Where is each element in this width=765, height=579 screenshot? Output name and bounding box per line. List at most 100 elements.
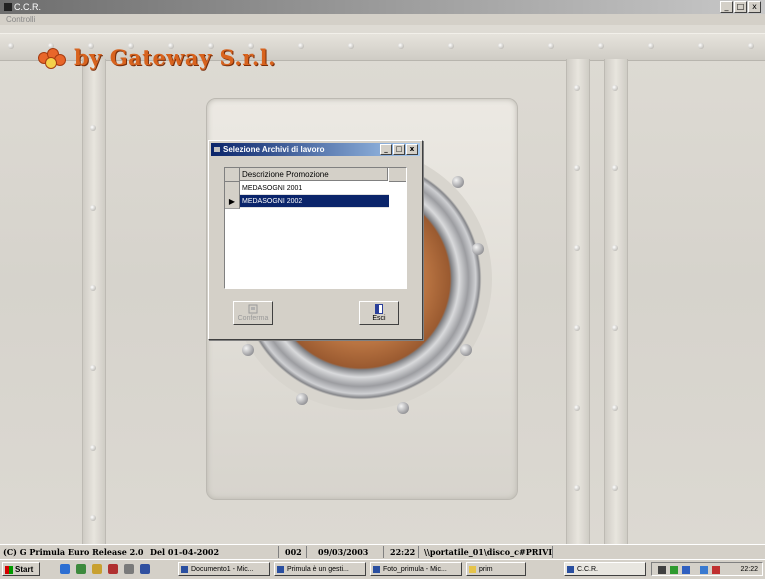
row-cell[interactable]: MEDASOGNI 2002 [240,195,389,208]
confirm-icon [248,304,258,314]
grid-header: Descrizione Promozione [225,168,406,182]
dialog-minimize-button[interactable]: _ [380,144,392,155]
menu-bar: Controlli [0,14,765,25]
taskbar: Start Documento1 - Mic... Primula è un g… [0,559,765,579]
rivet [612,325,618,331]
task-foto-primula[interactable]: Foto_primula - Mic... [370,562,462,576]
rivet [748,43,754,49]
right-rail [566,59,590,544]
status-version: (C) G Primula Euro Release 2.0 [3,547,144,557]
company-logo: by Gateway S.r.l. [38,45,276,70]
rivet [8,43,14,49]
word-icon[interactable] [140,564,150,574]
column-header-descrizione[interactable]: Descrizione Promozione [240,168,388,181]
select-archive-dialog: Selezione Archivi di lavoro _ □ x Descri… [208,140,423,340]
row-selector[interactable] [225,182,240,196]
status-time: 22:22 [390,547,416,557]
rivet [612,405,618,411]
confirm-label: Conferma [237,315,269,322]
column-header-filler [389,168,406,182]
dialog-window-icon [214,147,220,152]
dialog-title-bar[interactable]: Selezione Archivi di lavoro _ □ x [211,143,420,156]
window-controls: _ □ x [720,1,761,13]
app-icon[interactable] [124,564,134,574]
exit-door-icon [375,304,383,314]
dialog-maximize-button[interactable]: □ [393,144,405,155]
rivet [612,85,618,91]
tray-icon[interactable] [700,566,708,574]
grid-corner [225,168,240,182]
start-button[interactable]: Start [2,562,40,576]
rivet [598,43,604,49]
status-release-date: Del 01-04-2002 [150,547,220,557]
task-documento1[interactable]: Documento1 - Mic... [178,562,270,576]
bolt [472,243,484,255]
exit-label: Esci [372,315,386,322]
media-icon[interactable] [108,564,118,574]
bolt [460,344,472,356]
tray-volume-icon[interactable] [712,566,720,574]
menu-item-controlli[interactable]: Controlli [6,15,35,24]
table-row[interactable]: ▶ MEDASOGNI 2002 [225,195,406,209]
minimize-button[interactable]: _ [720,1,733,13]
task-primula-gestionale[interactable]: Primula è un gesti... [274,562,366,576]
rivet [398,43,404,49]
bolt [452,176,464,188]
left-rail [82,59,106,544]
rivet [574,245,580,251]
rivet [548,43,554,49]
rivet [574,165,580,171]
rivet [498,43,504,49]
rivet [348,43,354,49]
main-title-bar[interactable]: C.C.R. _ □ x [0,0,765,14]
tray-icon[interactable] [682,566,690,574]
exit-button[interactable]: Esci [359,301,399,325]
taskbar-clock[interactable]: 22:22 [740,563,758,577]
bolt [242,344,254,356]
system-tray: 22:22 [651,562,763,576]
row-pointer-icon[interactable]: ▶ [225,195,240,209]
rivet [574,405,580,411]
rivet [90,285,96,291]
desktop-icon[interactable] [76,564,86,574]
status-bar: (C) G Primula Euro Release 2.0 Del 01-04… [0,544,765,559]
rivet [612,485,618,491]
rivet [574,485,580,491]
status-path: \\portatile_01\disco_c#PRIVI [424,547,553,557]
rivet [90,125,96,131]
task-prim[interactable]: prim [466,562,526,576]
status-code: 002 [285,547,302,557]
table-row[interactable]: MEDASOGNI 2001 [225,182,406,196]
dialog-close-button[interactable]: x [406,144,418,155]
task-ccr-active[interactable]: C.C.R. [564,562,646,576]
rivet [448,43,454,49]
archive-grid[interactable]: Descrizione Promozione MEDASOGNI 2001 ▶ … [224,167,407,289]
window-title: C.C.R. [14,2,41,12]
bolt [296,393,308,405]
rivet [90,205,96,211]
rivet [698,43,704,49]
right-rail-2 [604,59,628,544]
rivet [90,445,96,451]
rivet [90,515,96,521]
rivet [90,365,96,371]
rivet [648,43,654,49]
rivet [574,85,580,91]
row-cell[interactable]: MEDASOGNI 2001 [240,182,389,195]
status-date: 09/03/2003 [318,547,369,557]
bolt [397,402,409,414]
outlook-icon[interactable] [92,564,102,574]
maximize-button[interactable]: □ [734,1,747,13]
ie-icon[interactable] [60,564,70,574]
tray-network-icon[interactable] [670,566,678,574]
close-button[interactable]: x [748,1,761,13]
dialog-title: Selezione Archivi di lavoro [223,145,325,154]
rivet [612,245,618,251]
app-icon [4,3,12,11]
confirm-button[interactable]: Conferma [233,301,273,325]
tray-icon[interactable] [658,566,666,574]
rivet [612,165,618,171]
rivet [574,325,580,331]
rivet [298,43,304,49]
flower-logo-icon [38,47,66,69]
